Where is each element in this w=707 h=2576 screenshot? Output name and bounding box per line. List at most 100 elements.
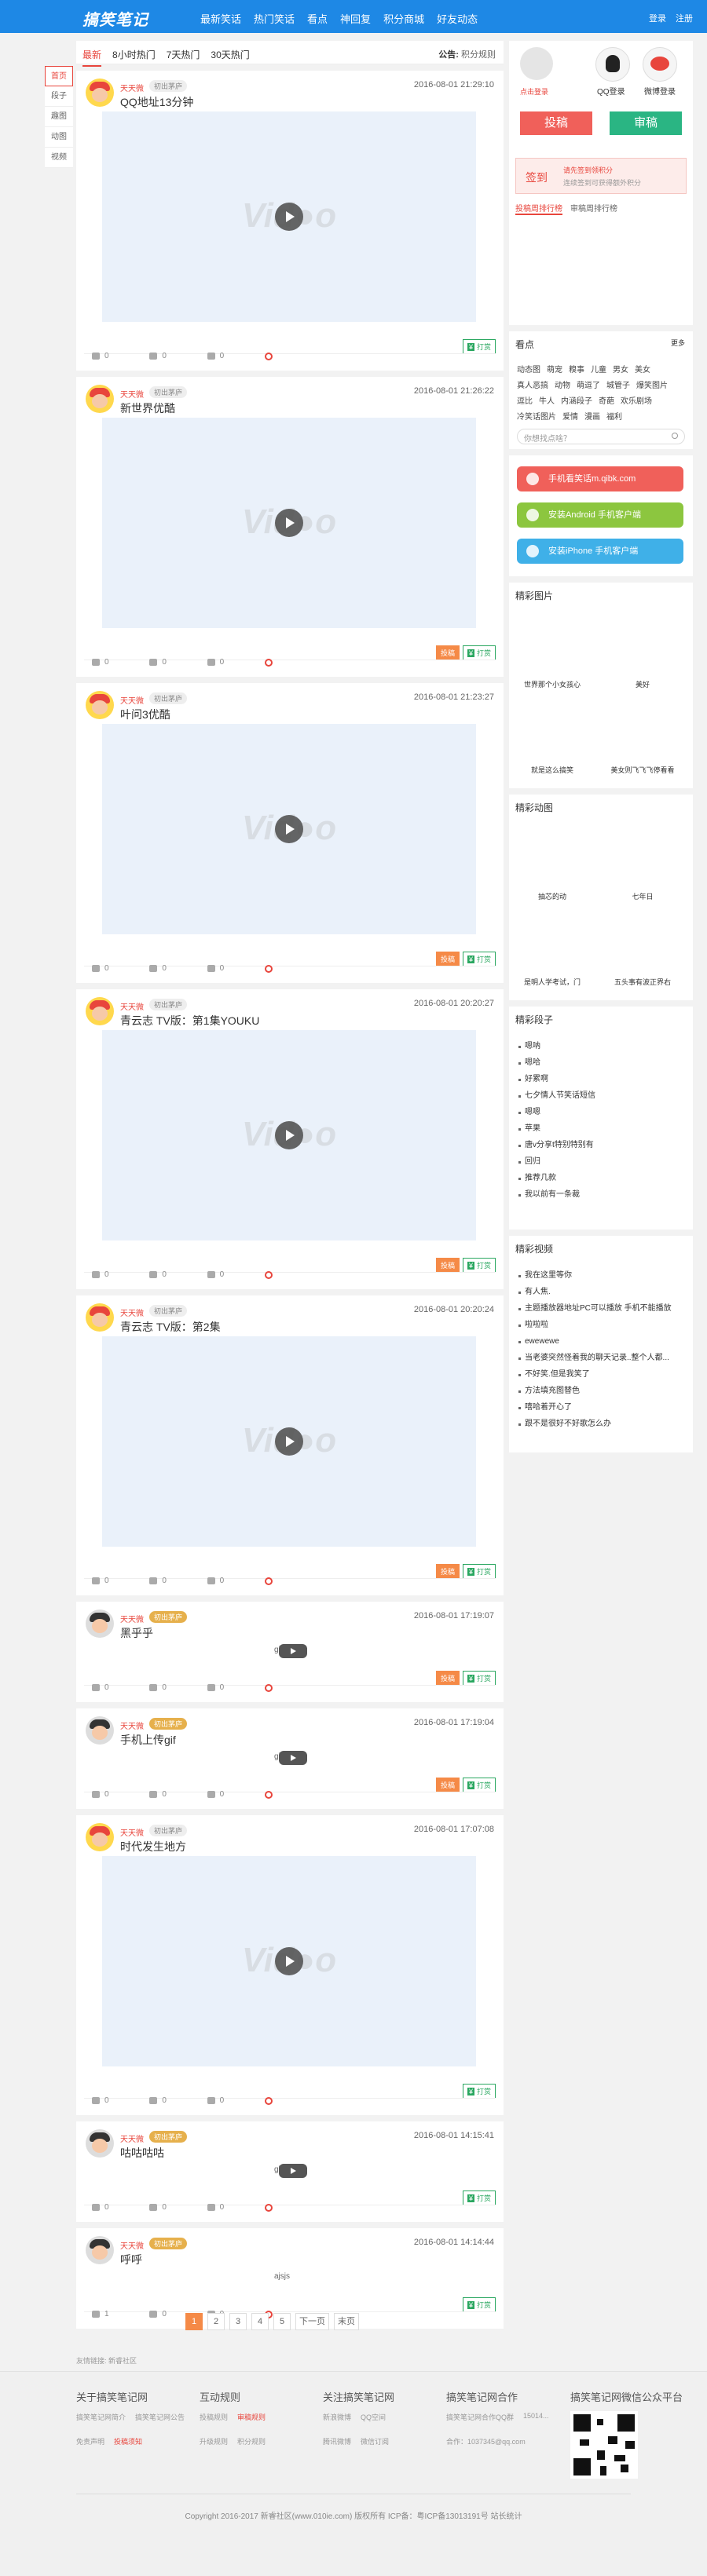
post-title[interactable]: QQ地址13分钟 bbox=[120, 94, 193, 110]
dislike-button[interactable]: 0 bbox=[149, 964, 167, 973]
play-icon[interactable] bbox=[275, 1427, 303, 1456]
qq-icon[interactable] bbox=[595, 47, 630, 82]
post-title[interactable]: 青云志 TV版：第1集YOUKU bbox=[120, 1013, 259, 1029]
reward-button[interactable]: ¥ 打赏 bbox=[462, 645, 496, 660]
video-link[interactable]: 我在这里等你 bbox=[518, 1267, 672, 1284]
joke-link[interactable]: 回归 bbox=[518, 1153, 595, 1170]
search-input[interactable]: 你想找点啥？ bbox=[517, 429, 685, 444]
joke-link[interactable]: 嗯嗯 bbox=[518, 1104, 595, 1120]
notice-link[interactable]: 积分规则 bbox=[461, 50, 496, 60]
dislike-button[interactable]: 0 bbox=[149, 1790, 167, 1799]
dislike-button[interactable]: 0 bbox=[149, 1270, 167, 1279]
video-player[interactable]: Vid●o bbox=[102, 1856, 476, 2066]
dislike-button[interactable]: 0 bbox=[149, 2096, 167, 2105]
joke-link[interactable]: 嗯哈 bbox=[518, 1054, 595, 1071]
sidenav-videos[interactable]: 视频 bbox=[45, 148, 73, 168]
report-button[interactable]: 投稿 bbox=[435, 645, 460, 660]
post-title[interactable]: 黑乎乎 bbox=[120, 1625, 153, 1641]
tag-link[interactable]: 奇葩 bbox=[599, 394, 614, 406]
like-button[interactable]: 0 bbox=[92, 1577, 109, 1585]
footer-link[interactable]: 投稿规则 bbox=[200, 2412, 228, 2422]
joke-link[interactable]: 苹果 bbox=[518, 1120, 595, 1137]
like-button[interactable]: 0 bbox=[92, 2203, 109, 2212]
share-button[interactable] bbox=[264, 2203, 273, 2212]
play-icon[interactable] bbox=[279, 1644, 307, 1658]
footer-link[interactable]: 审稿规则 bbox=[237, 2412, 266, 2422]
joke-link[interactable]: 我以前有一条裁 bbox=[518, 1186, 595, 1203]
reward-button[interactable]: ¥ 打赏 bbox=[462, 952, 496, 966]
video-link[interactable]: 有人焦. bbox=[518, 1284, 672, 1300]
tag-link[interactable]: 真人恶搞 bbox=[517, 378, 548, 390]
footer-link[interactable]: 投稿须知 bbox=[114, 2436, 142, 2446]
iphone-button[interactable]: 安装iPhone 手机客户端 bbox=[517, 539, 683, 564]
tag-link[interactable]: 冷笑话图片 bbox=[517, 410, 556, 422]
like-button[interactable]: 0 bbox=[92, 2096, 109, 2105]
reward-button[interactable]: ¥ 打赏 bbox=[462, 339, 496, 354]
login-label[interactable]: 点击登录 bbox=[520, 86, 548, 97]
sign-label[interactable]: 签到 bbox=[526, 170, 548, 185]
play-icon[interactable] bbox=[275, 509, 303, 537]
video-player[interactable]: Vid●o bbox=[102, 418, 476, 628]
joke-link[interactable]: 嗯呐 bbox=[518, 1038, 595, 1054]
video-link[interactable]: 啦啦啦 bbox=[518, 1317, 672, 1333]
reward-button[interactable]: ¥ 打赏 bbox=[462, 1258, 496, 1273]
like-button[interactable]: 0 bbox=[92, 352, 109, 360]
like-button[interactable]: 0 bbox=[92, 964, 109, 973]
sidenav-gifs[interactable]: 动图 bbox=[45, 127, 73, 148]
share-button[interactable] bbox=[264, 2096, 273, 2105]
report-button[interactable]: 投稿 bbox=[435, 952, 460, 966]
nav-reply[interactable]: 神回复 bbox=[340, 11, 371, 26]
like-button[interactable]: 0 bbox=[92, 1270, 109, 1279]
avatar[interactable] bbox=[86, 1716, 114, 1745]
comment-button[interactable]: 0 bbox=[207, 2096, 224, 2105]
video-player[interactable]: Vid●o bbox=[102, 724, 476, 934]
username[interactable]: 天天微 bbox=[120, 1306, 144, 1318]
page-3[interactable]: 3 bbox=[229, 2313, 247, 2330]
friend-links[interactable]: 友情链接: 新睿社区 bbox=[76, 2355, 137, 2366]
sidenav-home[interactable]: 首页 bbox=[45, 66, 73, 86]
footer-link[interactable]: 升级规则 bbox=[200, 2436, 228, 2446]
video-link[interactable]: 当老婆突然怪着我的聊天记录..整个人都... bbox=[518, 1350, 672, 1366]
comment-button[interactable]: 0 bbox=[207, 1270, 224, 1279]
username[interactable]: 天天微 bbox=[120, 1613, 144, 1624]
reward-button[interactable]: ¥ 打赏 bbox=[462, 2297, 496, 2312]
post-title[interactable]: 时代发生地方 bbox=[120, 1839, 186, 1854]
video-link[interactable]: 嘻哈着开心了 bbox=[518, 1399, 672, 1416]
like-button[interactable]: 0 bbox=[92, 1790, 109, 1799]
share-button[interactable] bbox=[264, 1577, 273, 1585]
footer-link[interactable]: 搞笑笔记网简介 bbox=[76, 2412, 126, 2422]
tag-link[interactable]: 欢乐剧场 bbox=[621, 394, 652, 406]
tab-review-rank[interactable]: 审稿周排行榜 bbox=[570, 202, 617, 215]
nav-hot[interactable]: 热门笑话 bbox=[254, 11, 295, 26]
report-button[interactable]: 投稿 bbox=[435, 1258, 460, 1273]
video-player[interactable]: Vid●o bbox=[102, 111, 476, 322]
joke-link[interactable]: 唐v分享t特别特别有 bbox=[518, 1137, 595, 1153]
weibo-icon[interactable] bbox=[643, 47, 677, 82]
reward-button[interactable]: ¥ 打赏 bbox=[462, 1671, 496, 1686]
next-page[interactable]: 下一页 bbox=[295, 2313, 329, 2330]
post-title[interactable]: 新世界优酷 bbox=[120, 400, 175, 416]
username[interactable]: 天天微 bbox=[120, 694, 144, 706]
register-link[interactable]: 注册 bbox=[676, 12, 693, 24]
tag-link[interactable]: 爆笑图片 bbox=[636, 378, 668, 390]
reward-button[interactable]: ¥ 打赏 bbox=[462, 1778, 496, 1792]
comment-button[interactable]: 0 bbox=[207, 1577, 224, 1585]
joke-link[interactable]: 推荐几款 bbox=[518, 1170, 595, 1186]
comment-button[interactable]: 0 bbox=[207, 2203, 224, 2212]
wechat-link[interactable]: 微信订阅 bbox=[361, 2436, 389, 2446]
comment-button[interactable]: 0 bbox=[207, 352, 224, 360]
avatar[interactable] bbox=[86, 1610, 114, 1638]
login-link[interactable]: 登录 bbox=[649, 12, 666, 24]
tag-link[interactable]: 动物 bbox=[555, 378, 570, 390]
joke-link[interactable]: 七夕情人节笑话短信 bbox=[518, 1087, 595, 1104]
gif-caption[interactable]: 是明人学考试，门 bbox=[513, 977, 592, 987]
post-title[interactable]: 呼呼 bbox=[120, 2252, 142, 2267]
tab-7d[interactable]: 7天热门 bbox=[167, 48, 200, 67]
site-logo[interactable]: 搞笑笔记 bbox=[82, 7, 148, 30]
footer-link[interactable]: 搞笑笔记网公告 bbox=[135, 2412, 185, 2422]
share-button[interactable] bbox=[264, 964, 273, 973]
video-link[interactable]: ewewewe bbox=[518, 1333, 672, 1350]
tweibo-link[interactable]: 腾讯微博 bbox=[323, 2436, 351, 2446]
android-button[interactable]: 安装Android 手机客户端 bbox=[517, 502, 683, 528]
tab-latest[interactable]: 最新 bbox=[82, 48, 102, 67]
